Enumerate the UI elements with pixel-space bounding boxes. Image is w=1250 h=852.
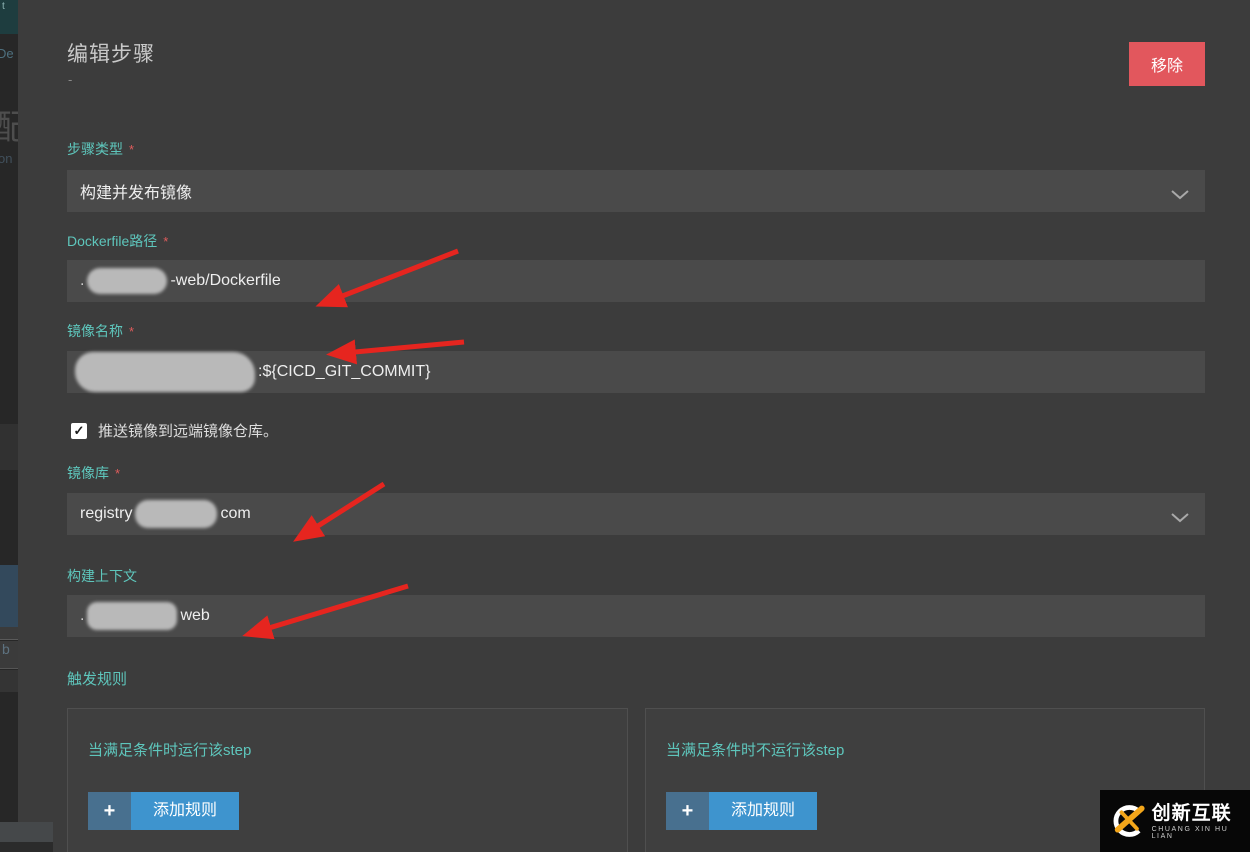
background-footer-button-fragment: [0, 822, 53, 842]
redacted-blur: [135, 500, 218, 528]
plus-icon: +: [88, 792, 131, 830]
background-row-divider: [0, 627, 18, 640]
dockerfile-path-input[interactable]: . -web/Dockerfile: [67, 260, 1205, 302]
push-image-option: ✓ 推送镜像到远端镜像仓库。: [71, 420, 278, 441]
path-prefix: .: [80, 607, 85, 624]
chevron-down-icon: [1171, 187, 1189, 205]
background-rows-fragment: [0, 424, 18, 470]
redacted-blur: [87, 602, 178, 630]
push-image-label: 推送镜像到远端镜像仓库。: [98, 423, 279, 440]
redacted-blur: [75, 352, 255, 392]
background-text-fragment: De: [0, 46, 14, 61]
remove-step-button[interactable]: 移除: [1129, 42, 1205, 86]
required-marker: *: [163, 234, 169, 249]
background-footer-fragment: [0, 842, 53, 852]
path-prefix: .: [80, 272, 85, 289]
watermark-logo-icon: [1113, 805, 1145, 837]
registry-select[interactable]: registry com: [67, 493, 1205, 535]
registry-label: 镜像库 *: [67, 465, 121, 481]
image-name-input[interactable]: :${CICD_GIT_COMMIT}: [67, 351, 1205, 393]
edit-step-modal: 编辑步骤 - 移除 步骤类型 * 构建并发布镜像 Dockerfile路径 * . …: [18, 0, 1250, 852]
modal-subtitle-dash: -: [68, 72, 73, 87]
add-rule-skip-button[interactable]: + 添加规则: [666, 792, 818, 830]
registry-prefix: registry: [80, 505, 133, 522]
required-marker: *: [129, 324, 135, 339]
push-image-checkbox[interactable]: ✓: [71, 422, 87, 439]
chevron-down-icon: [1171, 510, 1189, 528]
step-type-value: 构建并发布镜像: [80, 185, 193, 202]
background-rows-fragment: [0, 670, 18, 692]
trigger-rules-label: 触发规则: [67, 671, 128, 688]
add-rule-label: 添加规则: [131, 792, 240, 830]
redacted-blur: [87, 268, 168, 294]
background-header-fragment: t: [0, 0, 18, 34]
watermark-romanized: CHUANG XIN HU LIAN: [1151, 825, 1229, 840]
background-text-fragment: on: [0, 151, 13, 166]
build-context-value: web: [180, 607, 210, 624]
watermark-brand: 创新互联: [1151, 802, 1232, 824]
registry-suffix: com: [220, 505, 251, 522]
run-condition-panel: 当满足条件时运行该step + 添加规则: [67, 708, 628, 852]
build-context-input[interactable]: . web: [67, 595, 1205, 637]
step-type-select[interactable]: 构建并发布镜像: [67, 170, 1205, 212]
step-type-label: 步骤类型 *: [67, 141, 135, 157]
run-condition-title: 当满足条件时运行该step: [88, 742, 252, 759]
background-text-fragment: 配: [0, 109, 18, 147]
plus-icon: +: [666, 792, 709, 830]
image-name-label: 镜像名称 *: [67, 323, 135, 339]
add-rule-run-button[interactable]: + 添加规则: [88, 792, 240, 830]
add-rule-label: 添加规则: [709, 792, 818, 830]
skip-condition-title: 当满足条件时不运行该step: [666, 742, 845, 759]
background-page-sliver: t De 配 on b: [0, 0, 18, 852]
required-marker: *: [129, 142, 135, 157]
build-context-label: 构建上下文: [67, 568, 137, 584]
page-title: 编辑步骤: [67, 43, 155, 66]
background-text-fragment: b: [0, 641, 18, 669]
watermark-badge: 创新互联 CHUANG XIN HU LIAN: [1100, 790, 1250, 852]
image-name-value: :${CICD_GIT_COMMIT}: [258, 363, 431, 380]
dockerfile-path-value: -web/Dockerfile: [170, 272, 281, 289]
dockerfile-path-label: Dockerfile路径 *: [67, 233, 169, 249]
background-selected-row-fragment: [0, 565, 18, 627]
required-marker: *: [115, 466, 121, 481]
